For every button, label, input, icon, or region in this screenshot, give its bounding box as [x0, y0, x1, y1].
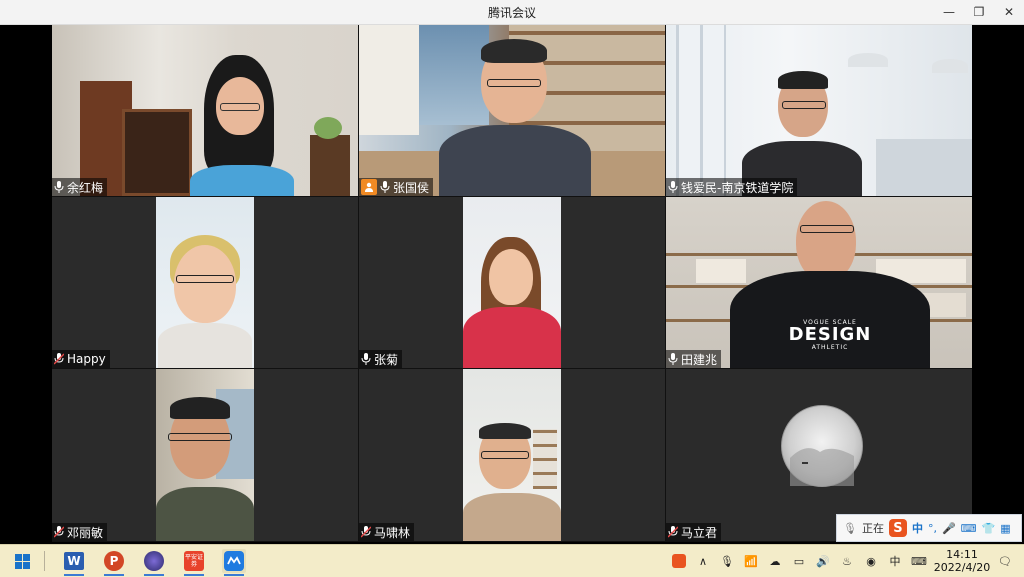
taskbar-divider — [44, 551, 45, 571]
start-button[interactable] — [10, 549, 34, 573]
participant-video — [156, 197, 254, 368]
taskbar: W P 平安证券 ∧ 🎙 📶 ☁ ▭ 🔊 ♨ ◉ 中 ⌨ 14:11 2022/… — [0, 544, 1024, 577]
ime-mode[interactable]: 中 — [912, 520, 923, 536]
participant-name: 张国侯 — [393, 180, 430, 195]
participant-video — [463, 197, 561, 368]
video-tile[interactable]: 钱爱民-南京铁道学院 — [666, 25, 972, 196]
restore-button[interactable]: ❐ — [964, 0, 994, 24]
video-tile[interactable]: VOGUE SCALE DESIGN ATHLETIC 田建兆 — [666, 197, 972, 368]
battery-icon[interactable]: ▭ — [790, 552, 808, 570]
sogou-logo-icon[interactable]: S — [888, 519, 907, 537]
microphone-icon[interactable]: 🎙 — [843, 522, 857, 535]
keyboard-tray-icon[interactable]: ⌨ — [910, 552, 928, 570]
video-tile[interactable]: 张国侯 — [359, 25, 665, 196]
clock-time: 14:11 — [946, 548, 978, 561]
name-tag: 张菊 — [359, 350, 403, 368]
participant-name: 田建兆 — [681, 352, 718, 367]
name-tag: 马立君 — [666, 523, 722, 541]
window-controls: — ❐ ✕ — [934, 0, 1024, 24]
participant-name: 余红梅 — [67, 180, 104, 195]
participant-name: 钱爱民-南京铁道学院 — [681, 180, 794, 195]
video-tile[interactable]: 张菊 — [359, 197, 665, 368]
pingan-label: 平安证券 — [184, 551, 204, 571]
participant-name: 张菊 — [374, 352, 399, 367]
microphone-icon[interactable] — [54, 181, 64, 193]
name-tag: 邓丽敏 — [52, 523, 108, 541]
microphone-muted-icon[interactable] — [53, 526, 65, 538]
minimize-button[interactable]: — — [934, 0, 964, 24]
microphone-icon[interactable] — [668, 181, 678, 193]
microphone-muted-icon[interactable] — [360, 526, 372, 538]
network-icon[interactable]: 📶 — [742, 552, 760, 570]
clock-date: 2022/4/20 — [933, 561, 991, 574]
security-icon[interactable]: ♨ — [838, 552, 856, 570]
name-tag: 田建兆 — [666, 350, 722, 368]
ime-toolbar[interactable]: 🎙 正在 S 中 °, 🎤 ⌨ 👕 ▦ — [836, 514, 1022, 542]
host-user-icon — [361, 179, 377, 195]
shirt-text-main: DESIGN — [788, 324, 872, 345]
app-tray-icon[interactable]: ◉ — [862, 552, 880, 570]
onedrive-icon[interactable]: ☁ — [766, 552, 784, 570]
video-tile[interactable]: Happy — [52, 197, 358, 368]
video-grid: 余红梅 张国侯 钱爱民-南京铁道学院 Happy 张菊 VOGUE SCALE … — [52, 25, 972, 542]
sogou-tray-icon[interactable] — [670, 552, 688, 570]
taskbar-clock[interactable]: 14:11 2022/4/20 — [931, 548, 993, 574]
name-tag: 马啸林 — [359, 523, 415, 541]
chevron-up-icon[interactable]: ∧ — [694, 552, 712, 570]
participant-video: VOGUE SCALE DESIGN ATHLETIC — [666, 197, 972, 368]
powerpoint-icon[interactable]: P — [102, 549, 126, 576]
title-bar: 腾讯会议 — ❐ ✕ — [0, 0, 1024, 25]
name-tag: 钱爱民-南京铁道学院 — [666, 178, 798, 196]
microphone-tray-icon[interactable]: 🎙 — [718, 552, 736, 570]
participant-video — [52, 25, 358, 196]
word-icon[interactable]: W — [62, 549, 86, 576]
microphone-muted-icon[interactable] — [667, 526, 679, 538]
video-tile[interactable]: 余红梅 — [52, 25, 358, 196]
participant-video — [359, 25, 665, 196]
system-tray: ∧ 🎙 📶 ☁ ▭ 🔊 ♨ ◉ 中 ⌨ 14:11 2022/4/20 🗨 — [667, 545, 1024, 577]
participant-name: 邓丽敏 — [67, 525, 104, 540]
video-tile[interactable]: 马啸林 — [359, 369, 665, 541]
shirt-text-bottom: ATHLETIC — [811, 344, 849, 351]
tencent-meeting-icon[interactable] — [222, 549, 246, 576]
pingan-icon[interactable]: 平安证券 — [182, 549, 206, 576]
browser-icon[interactable] — [142, 549, 166, 576]
volume-icon[interactable]: 🔊 — [814, 552, 832, 570]
participant-video — [156, 369, 254, 541]
microphone-icon[interactable] — [361, 353, 371, 365]
name-tag: 余红梅 — [52, 178, 108, 196]
toolbox-icon[interactable]: ▦ — [1000, 522, 1010, 535]
participant-video — [463, 369, 561, 541]
participant-name: 马啸林 — [374, 525, 411, 540]
microphone-icon[interactable] — [380, 181, 390, 193]
voice-icon[interactable]: 🎤 — [942, 522, 956, 535]
microphone-icon[interactable] — [668, 353, 678, 365]
punctuation-icon[interactable]: °, — [928, 522, 937, 535]
window-title: 腾讯会议 — [487, 6, 536, 20]
participant-name: Happy — [67, 352, 106, 366]
input-method-icon[interactable]: 中 — [886, 552, 904, 570]
skin-icon[interactable]: 👕 — [982, 522, 996, 535]
video-tile[interactable]: 邓丽敏 — [52, 369, 358, 541]
close-button[interactable]: ✕ — [994, 0, 1024, 24]
participant-name: 马立君 — [681, 525, 718, 540]
ime-status-text: 正在 — [861, 522, 884, 535]
windows-icon — [14, 553, 30, 569]
keyboard-icon[interactable]: ⌨ — [961, 522, 977, 535]
participant-avatar — [781, 405, 863, 487]
name-tag: Happy — [52, 350, 110, 368]
microphone-muted-icon[interactable] — [53, 353, 65, 365]
participant-video — [666, 25, 972, 196]
notification-icon[interactable]: 🗨 — [996, 552, 1014, 570]
name-tag: 张国侯 — [359, 178, 434, 196]
